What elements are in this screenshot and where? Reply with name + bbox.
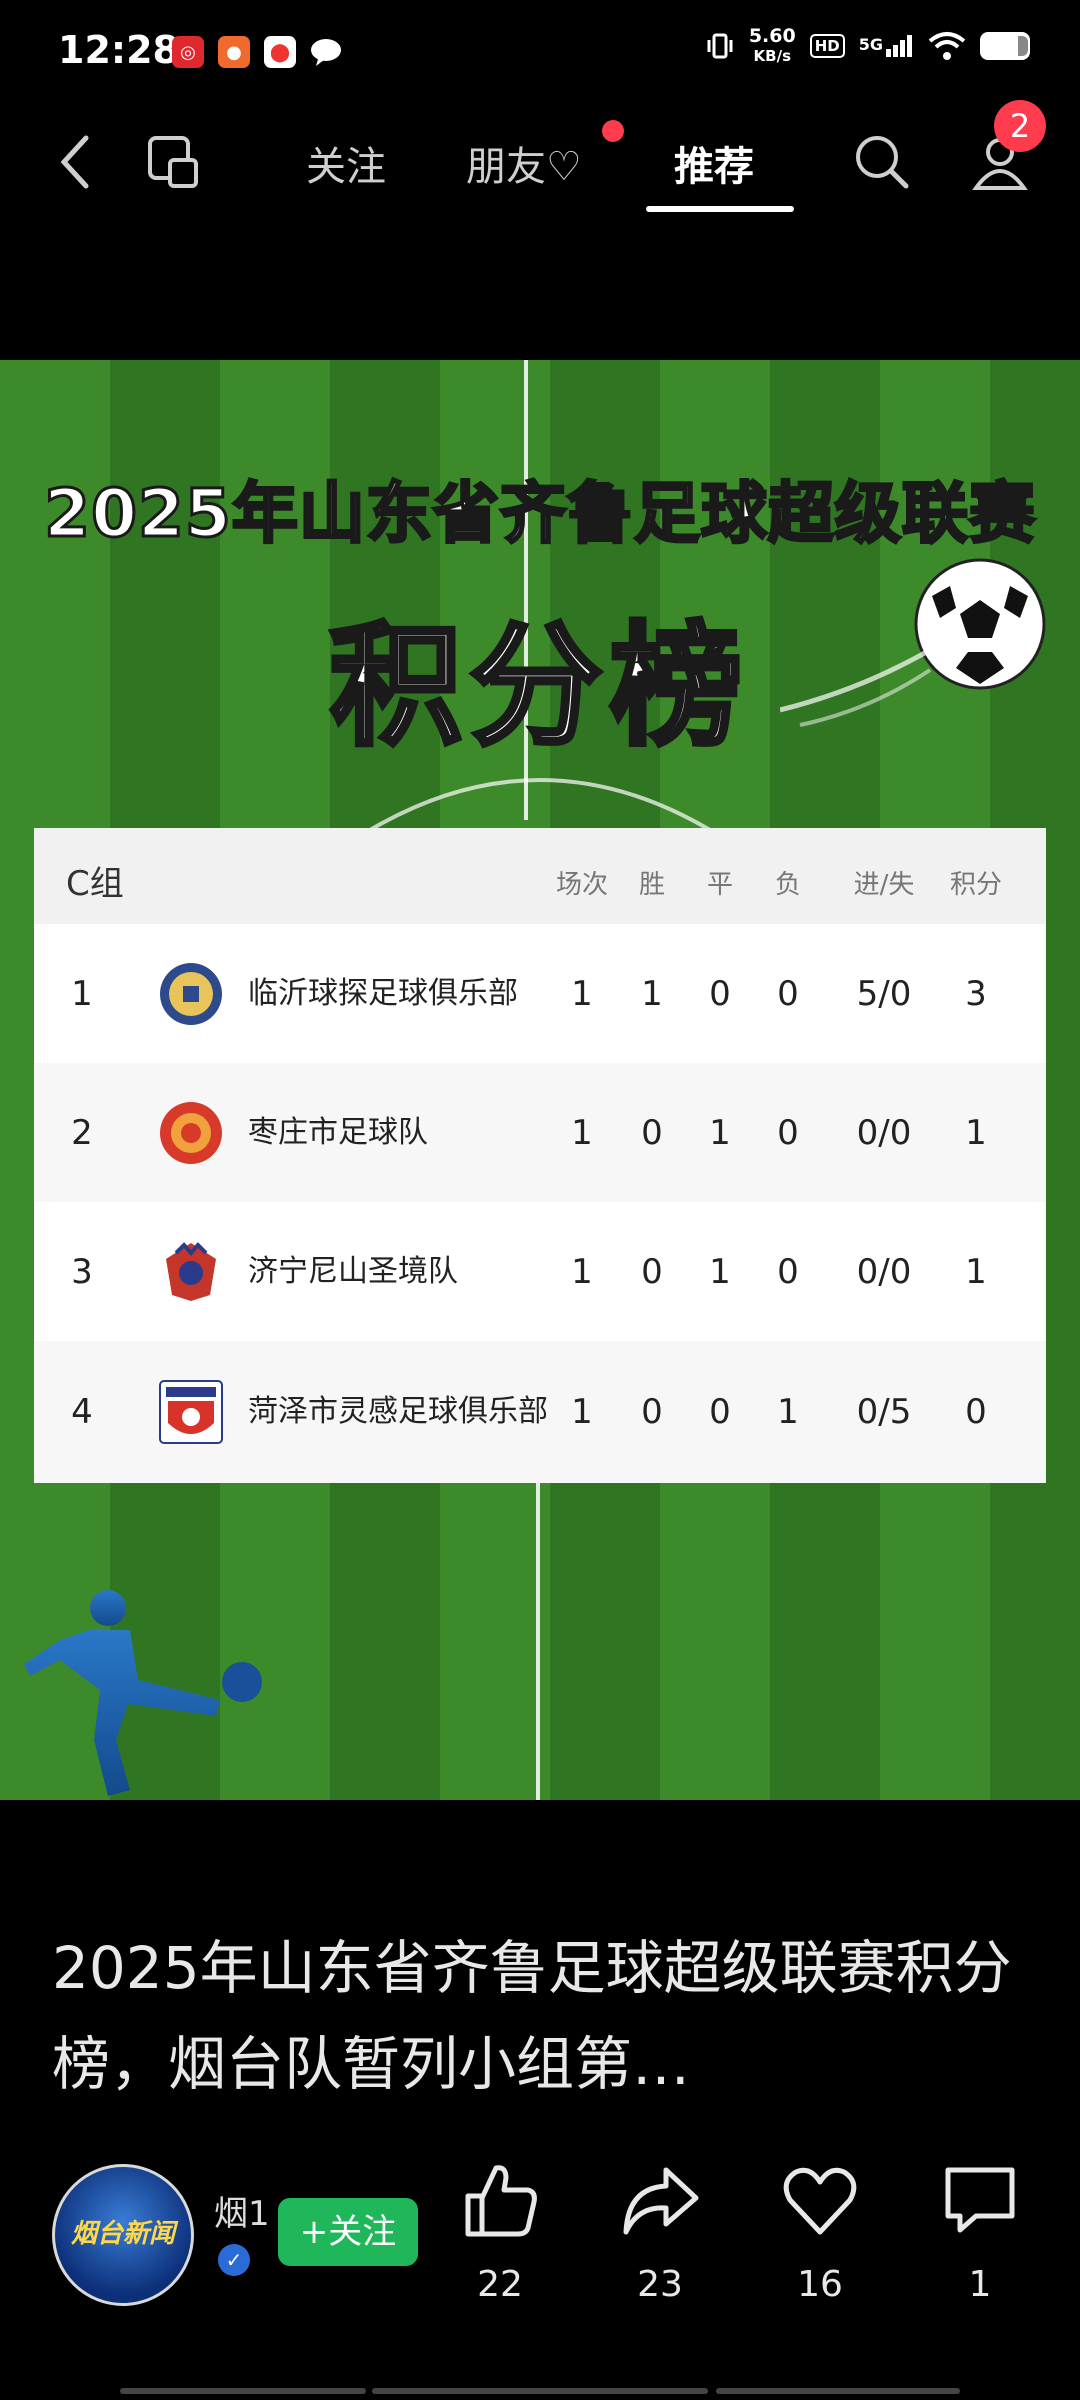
points: 1 — [965, 1251, 987, 1292]
post-actions-bar: 烟台新闻 烟1 ✓ +关注 22 23 16 1 — [0, 2160, 1080, 2340]
lost: 0 — [777, 973, 799, 1014]
share-icon — [623, 2167, 699, 2235]
comment-button[interactable]: 1 — [920, 2160, 1040, 2305]
points: 3 — [965, 973, 987, 1014]
table-row: 3 济宁尼山圣境队 1 0 1 0 0/0 1 — [34, 1202, 1046, 1341]
top-navigation: 关注 朋友♡ 推荐 2 — [0, 100, 1080, 220]
avatar-logo-text: 烟台新闻 — [70, 2219, 175, 2249]
net-speed-value: 5.60 — [748, 25, 796, 47]
team-name: 临沂球探足球俱乐部 — [248, 975, 518, 1011]
played: 1 — [571, 1251, 593, 1292]
rank: 2 — [71, 1112, 93, 1153]
image-title: 2025年山东省齐鲁足球超级联赛 — [43, 474, 1037, 554]
post-image[interactable]: 2025年山东省齐鲁足球超级联赛 积分榜 C组 场次 胜 平 负 进/失 积分 … — [0, 360, 1080, 1800]
net-speed-unit: KB/s — [753, 47, 791, 65]
hd-badge: HD — [809, 34, 845, 58]
share-count: 23 — [637, 2264, 683, 2305]
net-speed: 5.60 KB/s — [749, 26, 796, 66]
points: 0 — [965, 1392, 987, 1432]
lost: 1 — [777, 1392, 799, 1432]
message-icon — [310, 36, 342, 68]
team-name: 济宁尼山圣境队 — [248, 1253, 458, 1289]
battery-icon — [980, 32, 1030, 60]
favorite-button[interactable]: 16 — [760, 2160, 880, 2305]
tab-friends[interactable]: 朋友♡ — [466, 134, 582, 192]
friends-dot-badge — [602, 120, 624, 142]
comment-count: 1 — [968, 2264, 992, 2305]
app-notification-icon: ⬤ — [264, 36, 296, 68]
app-notification-icon: ◎ — [172, 36, 204, 68]
like-count: 22 — [477, 2264, 523, 2305]
played: 1 — [571, 1112, 593, 1153]
verified-icon: ✓ — [218, 2244, 250, 2276]
back-icon[interactable] — [56, 132, 92, 192]
table-row: 4 菏泽市灵感足球俱乐部 1 0 0 1 0/5 0 — [34, 1341, 1046, 1483]
status-bar: 12:28 ◎ ● ⬤ 5.60 KB/s HD 5G — [0, 0, 1080, 110]
points: 1 — [965, 1112, 987, 1153]
thumbs-up-icon — [465, 2165, 537, 2237]
signal-label: 5G — [858, 35, 883, 54]
follow-button[interactable]: +关注 — [278, 2198, 418, 2266]
status-app-icons: ◎ ● ⬤ — [172, 36, 342, 68]
goals: 0/5 — [856, 1392, 912, 1432]
progress-segment — [372, 2388, 708, 2394]
rank: 4 — [71, 1392, 93, 1432]
goals: 0/0 — [856, 1251, 912, 1292]
played: 1 — [571, 1392, 593, 1432]
team-logo-icon — [160, 962, 222, 1025]
goals: 0/0 — [856, 1112, 912, 1153]
comment-icon — [945, 2167, 1015, 2233]
share-button[interactable]: 23 — [600, 2160, 720, 2305]
player-silhouette — [24, 1590, 262, 1796]
author-name[interactable]: 烟1 — [214, 2186, 270, 2235]
favorite-count: 16 — [797, 2264, 843, 2305]
lost: 0 — [777, 1112, 799, 1153]
team-name: 枣庄市足球队 — [248, 1114, 428, 1150]
team-logo-icon — [166, 1241, 216, 1301]
screen-cast-icon[interactable] — [146, 132, 202, 192]
progress-segment — [716, 2388, 960, 2394]
status-time: 12:28 — [58, 28, 179, 72]
team-name: 菏泽市灵感足球俱乐部 — [248, 1394, 548, 1429]
group-label: C组 — [66, 864, 124, 904]
table-row: 1 临沂球探足球俱乐部 1 1 0 0 5/0 3 — [34, 924, 1046, 1063]
field-line — [536, 1480, 540, 1800]
column-header: 场次 — [555, 870, 608, 900]
author-avatar[interactable]: 烟台新闻 — [52, 2164, 194, 2306]
app-notification-icon: ● — [218, 36, 250, 68]
lost: 0 — [777, 1251, 799, 1292]
signal-indicator: 5G — [859, 35, 914, 57]
tab-following[interactable]: 关注 — [306, 134, 386, 192]
standings-table: C组 场次 胜 平 负 进/失 积分 1 临沂球探足球俱乐部 1 1 0 0 5… — [34, 828, 1046, 1483]
active-tab-indicator — [646, 206, 794, 212]
played: 1 — [571, 973, 593, 1014]
signal-bars-icon — [886, 35, 912, 57]
vibrate-icon — [707, 33, 733, 59]
standings-header: C组 场次 胜 平 负 进/失 积分 — [34, 828, 1046, 924]
table-row: 2 枣庄市足球队 1 0 1 0 0/0 1 — [34, 1063, 1046, 1202]
column-header: 负 — [774, 870, 801, 900]
tab-recommended[interactable]: 推荐 — [674, 134, 754, 192]
post-caption[interactable]: 2025年山东省齐鲁足球超级联赛积分榜，烟台队暂列小组第… — [52, 1920, 1042, 2112]
rank: 1 — [71, 973, 93, 1014]
ball-swoosh — [780, 647, 932, 727]
heart-icon — [783, 2167, 857, 2235]
goals: 5/0 — [856, 973, 912, 1014]
wifi-icon — [928, 32, 966, 60]
column-header: 进/失 — [853, 870, 915, 900]
status-right: 5.60 KB/s HD 5G — [705, 26, 1030, 66]
search-icon[interactable] — [852, 132, 912, 192]
team-logo-icon — [160, 1101, 222, 1164]
column-header: 积分 — [949, 870, 1002, 900]
progress-segment — [120, 2388, 366, 2394]
like-button[interactable]: 22 — [440, 2160, 560, 2305]
rank: 3 — [71, 1251, 93, 1292]
profile-count-badge: 2 — [994, 100, 1046, 152]
team-logo-icon — [159, 1380, 223, 1444]
